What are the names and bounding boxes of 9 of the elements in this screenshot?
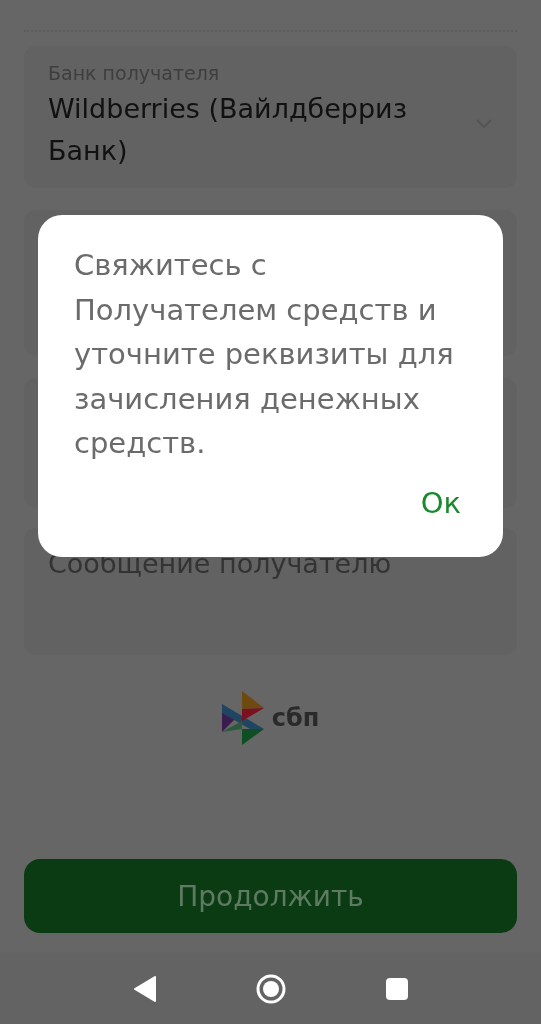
sbp-logo-icon xyxy=(221,691,266,745)
recents-icon[interactable] xyxy=(385,977,408,1000)
logo-text: сбп xyxy=(271,704,320,732)
continue-button[interactable]: Продолжить xyxy=(24,859,517,933)
back-icon[interactable] xyxy=(133,975,156,1002)
home-icon[interactable] xyxy=(255,973,286,1004)
ok-button[interactable]: Ок xyxy=(412,479,469,526)
field-value: Wildberries (Вайлдберриз Банк) xyxy=(48,92,408,168)
dialog-message: Свяжитесь с Получателем средств и уточните реквизиты для зачисления денежных средств. xyxy=(74,247,455,462)
